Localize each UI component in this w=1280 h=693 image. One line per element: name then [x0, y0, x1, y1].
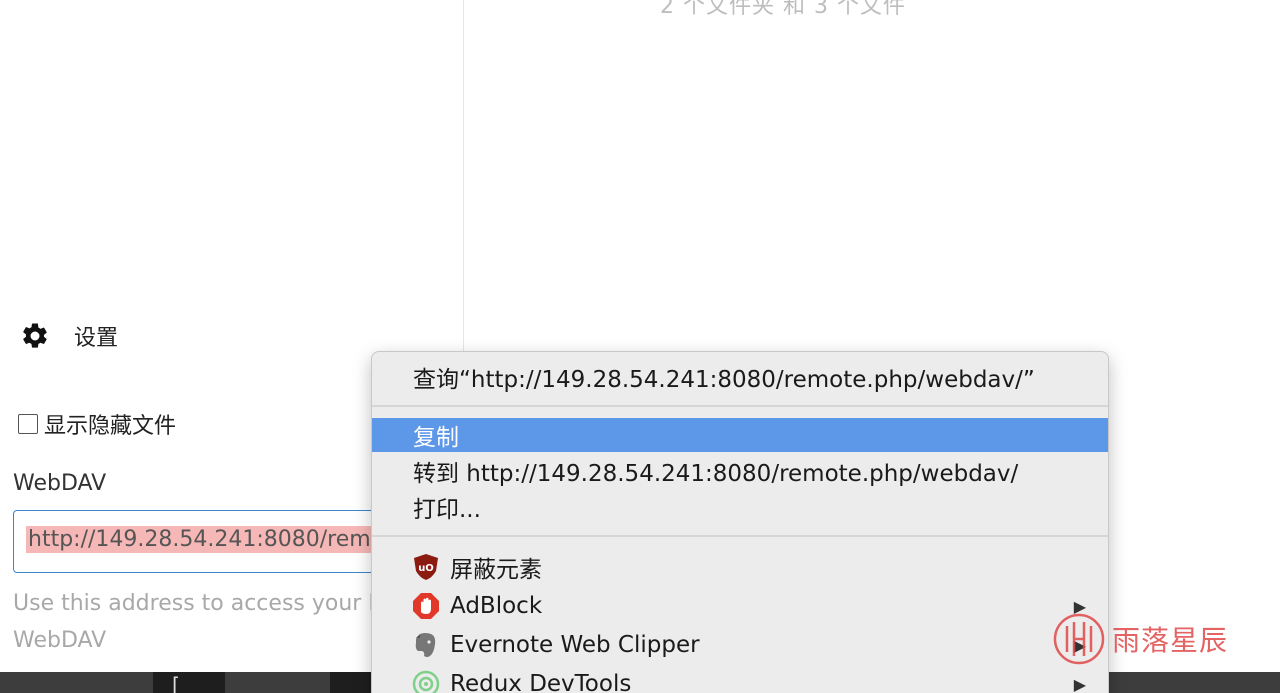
menu-item-ublock-label: 屏蔽元素 — [450, 557, 542, 583]
menu-item-adblock-label: AdBlock — [450, 593, 543, 619]
webdav-title: WebDAV — [13, 471, 107, 496]
gear-icon — [23, 323, 47, 348]
menu-item-copy-label: 复制 — [413, 425, 459, 451]
menu-separator — [372, 535, 1108, 537]
webdav-help-text: Use this address to access your Files vi… — [13, 585, 373, 659]
menu-item-search[interactable]: 查询“http://149.28.54.241:8080/remote.php/… — [372, 359, 1108, 395]
toolbar-segment[interactable] — [153, 672, 225, 693]
submenu-arrow-icon: ▶ — [1073, 674, 1086, 693]
adblock-hand-icon — [412, 592, 440, 620]
show-hidden-files-toggle[interactable]: 显示隐藏文件 — [18, 408, 176, 440]
menu-item-redux-devtools[interactable]: Redux DevTools ▶ — [372, 666, 1108, 693]
menu-separator — [372, 405, 1108, 407]
menu-item-redux-devtools-label: Redux DevTools — [450, 671, 632, 693]
settings-label: 设置 — [74, 326, 119, 351]
menu-item-print-label: 打印... — [413, 497, 481, 523]
menu-item-search-label: 查询“http://149.28.54.241:8080/remote.php/… — [413, 367, 1035, 393]
file-summary: 2 个文件夹 和 3 个文件 — [660, 0, 906, 19]
menu-item-adblock[interactable]: AdBlock ▶ — [372, 588, 1108, 624]
show-hidden-files-label: 显示隐藏文件 — [44, 414, 177, 439]
menu-item-copy[interactable]: 复制 — [372, 418, 1108, 452]
watermark: 雨落星辰 — [1052, 612, 1228, 666]
menu-item-evernote-label: Evernote Web Clipper — [450, 632, 700, 658]
menu-item-goto-label: 转到 http://149.28.54.241:8080/remote.php/… — [413, 461, 1019, 487]
menu-item-evernote[interactable]: Evernote Web Clipper ▶ — [372, 627, 1108, 663]
svg-text:uO: uO — [418, 563, 434, 574]
show-hidden-files-checkbox[interactable] — [18, 414, 38, 434]
menu-item-print[interactable]: 打印... — [372, 489, 1108, 525]
menu-item-goto[interactable]: 转到 http://149.28.54.241:8080/remote.php/… — [372, 453, 1108, 489]
settings-button[interactable]: 设置 — [20, 318, 118, 354]
webdav-help-line-2: WebDAV — [13, 628, 107, 653]
bracket-glyph: [ — [172, 673, 180, 693]
webdav-help-line-1: Use this address to access your Files vi… — [13, 591, 373, 616]
watermark-logo-icon — [1053, 613, 1105, 665]
toolbar-segment[interactable] — [330, 672, 372, 693]
redux-devtools-icon — [412, 670, 440, 693]
webdav-url-field[interactable]: http://149.28.54.241:8080/remote.php/web… — [13, 510, 413, 573]
ublock-icon: uO — [412, 553, 440, 581]
menu-item-ublock[interactable]: uO 屏蔽元素 — [372, 549, 1108, 585]
webdav-url-selected-text[interactable]: http://149.28.54.241:8080/remote.php/web… — [26, 526, 412, 553]
watermark-text: 雨落星辰 — [1112, 624, 1229, 657]
evernote-elephant-icon — [412, 631, 440, 659]
context-menu: 查询“http://149.28.54.241:8080/remote.php/… — [371, 351, 1109, 693]
